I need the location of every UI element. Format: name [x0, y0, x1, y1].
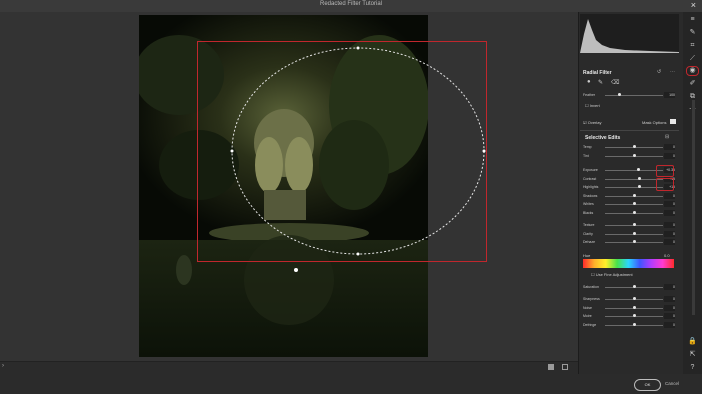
slider-value[interactable]: 0	[664, 304, 675, 311]
slider-knob[interactable]	[632, 145, 636, 148]
mask-options-button[interactable]: Mask Options	[642, 120, 666, 125]
slider-value[interactable]: 0	[664, 284, 675, 290]
slider-saturation[interactable]: Saturation 0	[583, 284, 675, 290]
slider-label: Saturation	[583, 285, 599, 289]
slider-knob[interactable]	[632, 285, 636, 288]
ok-button[interactable]: OK	[634, 379, 661, 391]
value-highlight-contrast	[656, 178, 674, 191]
divider	[580, 130, 679, 131]
slider-knob[interactable]	[632, 314, 636, 317]
slider-clarity[interactable]: Clarity 0	[583, 230, 675, 237]
help-icon[interactable]: ?	[687, 364, 698, 372]
cancel-button[interactable]: Cancel	[665, 381, 679, 386]
slider-tint[interactable]: Tint 0	[583, 152, 675, 159]
slider-knob[interactable]	[632, 240, 636, 243]
canvas-status-bar: ›	[0, 361, 578, 375]
brush-icon-2[interactable]: ✐	[687, 80, 698, 88]
slider-temp[interactable]: Temp 0	[583, 144, 675, 150]
slider-label: Whites	[583, 202, 594, 206]
slider-label: Dehaze	[583, 240, 596, 244]
slider-whites[interactable]: Whites 0	[583, 201, 675, 207]
slider-label: Defringe	[583, 322, 597, 327]
hue-value: 0.0	[664, 253, 670, 258]
eraser-icon[interactable]: ⌫	[611, 79, 619, 86]
slider-knob[interactable]	[632, 193, 636, 197]
fine-adjust-checkbox[interactable]: ☐ Use Fine Adjustment	[591, 272, 633, 277]
compare-icon[interactable]	[562, 364, 568, 370]
view-icon[interactable]	[548, 364, 554, 370]
slider-label: Blacks	[583, 210, 594, 215]
slider-dehaze[interactable]: Dehaze 0	[583, 239, 675, 245]
brush-tool-icon[interactable]: ⟋	[687, 55, 698, 63]
slider-label: Sharpness	[583, 297, 600, 301]
overlay-checkbox[interactable]: ☑ Overlay	[583, 120, 601, 125]
slider-label: Clarity	[583, 231, 593, 236]
slider-knob[interactable]	[632, 322, 636, 326]
slider-track[interactable]	[605, 187, 663, 188]
slider-label: Exposure	[583, 168, 598, 172]
slider-knob[interactable]	[632, 210, 636, 214]
section-toggle-icon[interactable]: ⊟	[665, 134, 669, 140]
crop-icon[interactable]: ⌗	[687, 42, 698, 50]
footer	[0, 374, 702, 394]
slider-knob[interactable]	[632, 231, 636, 235]
slider-defringe[interactable]: Defringe 0	[583, 321, 675, 328]
slider-texture[interactable]: Texture 0	[583, 222, 675, 228]
brush-icon[interactable]: ✎	[598, 79, 603, 86]
slider-value[interactable]: 0	[664, 321, 675, 328]
reset-icon[interactable]: ↺	[657, 69, 661, 75]
slider-value[interactable]: 0	[664, 144, 675, 150]
slider-knob[interactable]	[632, 223, 636, 226]
slider-value[interactable]: 0	[664, 296, 675, 302]
radial-filter-icon[interactable]: ◉	[686, 66, 699, 76]
slider-blacks[interactable]: Blacks 0	[583, 209, 675, 216]
slider-label: Temp	[583, 145, 592, 149]
slider-label: Texture	[583, 223, 595, 227]
slider-value[interactable]: 0	[664, 201, 675, 207]
lock-icon[interactable]: 🔒	[687, 338, 698, 346]
edit-icon[interactable]: ≡	[687, 16, 698, 24]
slider-label: Highlights	[583, 185, 599, 189]
slider-value[interactable]: 0	[664, 230, 675, 237]
slider-knob[interactable]	[632, 297, 636, 300]
slider-noise[interactable]: Noise 0	[583, 304, 675, 311]
slider-label: Moire	[583, 314, 592, 318]
hue-label: Hue	[583, 253, 591, 258]
slider-knob[interactable]	[638, 176, 642, 180]
panel-scrollbar[interactable]	[692, 100, 695, 315]
section-title: Selective Edits	[585, 135, 621, 141]
healing-icon[interactable]: ✎	[687, 29, 698, 37]
hue-slider[interactable]	[583, 259, 674, 268]
feather-slider[interactable]: Feather 100	[583, 92, 675, 98]
slider-sharpness[interactable]: Sharpness 0	[583, 296, 675, 302]
slider-knob[interactable]	[632, 153, 636, 157]
slider-track[interactable]	[605, 178, 663, 180]
slider-label: Contrast	[583, 176, 597, 181]
slider-value[interactable]: 0	[664, 313, 675, 319]
histogram	[580, 14, 679, 53]
slider-value[interactable]: 0	[664, 222, 675, 228]
slider-value[interactable]: 0	[664, 209, 675, 216]
invert-checkbox[interactable]: ☐ Invert	[585, 103, 600, 108]
new-mask-icon[interactable]: ●	[587, 79, 591, 85]
filter-title: Radial Filter	[583, 70, 612, 76]
slider-value[interactable]: 0	[664, 239, 675, 245]
value-highlight-exposure	[656, 165, 674, 177]
slider-knob[interactable]	[632, 202, 636, 205]
slider-label: Shadows	[583, 193, 598, 198]
arrow-icon[interactable]: ›	[2, 363, 4, 369]
slider-value[interactable]: 0	[664, 152, 675, 159]
slider-moire[interactable]: Moire 0	[583, 313, 675, 319]
slider-label: Tint	[583, 153, 589, 158]
export-icon[interactable]: ⇱	[687, 351, 698, 359]
overlay-color-swatch[interactable]	[670, 119, 676, 124]
slider-knob[interactable]	[632, 305, 636, 309]
panel-menu-icon[interactable]: ⋯	[670, 69, 675, 75]
slider-track[interactable]	[605, 170, 663, 171]
slider-shadows[interactable]: Shadows 0	[583, 192, 675, 199]
slider-knob[interactable]	[636, 168, 640, 171]
slider-value[interactable]: 0	[664, 192, 675, 199]
slider-label: Noise	[583, 305, 592, 310]
